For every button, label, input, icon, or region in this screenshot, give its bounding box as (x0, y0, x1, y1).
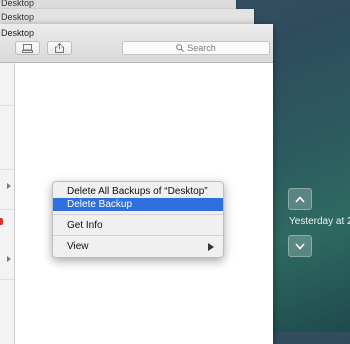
disclosure-arrow-icon[interactable] (7, 256, 11, 262)
chevron-up-icon (295, 195, 305, 203)
menu-item-delete-all-backups[interactable]: Delete All Backups of “Desktop” (53, 185, 223, 198)
window-title: Desktop (1, 28, 35, 38)
time-machine-back-button[interactable] (288, 188, 312, 210)
search-field[interactable]: Search (122, 41, 270, 55)
search-placeholder: Search (187, 43, 216, 53)
sidebar[interactable] (0, 63, 15, 344)
menu-item-delete-backup[interactable]: Delete Backup (53, 198, 223, 211)
search-icon (176, 44, 185, 52)
chevron-down-icon (295, 242, 305, 250)
disclosure-arrow-icon[interactable] (7, 183, 11, 189)
drive-icon (22, 43, 33, 53)
sidebar-divider (0, 279, 14, 280)
sidebar-divider (0, 209, 14, 210)
share-button[interactable] (47, 41, 72, 55)
submenu-arrow-icon (208, 243, 214, 251)
share-icon (55, 43, 64, 53)
red-tag-icon (0, 218, 3, 225)
title-bar[interactable]: Desktop Search (0, 24, 273, 63)
sidebar-divider (0, 169, 14, 170)
menu-separator (53, 235, 223, 236)
menu-item-view[interactable]: View (53, 240, 223, 253)
action-button[interactable] (15, 41, 40, 55)
backup-date-label: Yesterday at 2 (289, 216, 350, 227)
time-machine-forward-button[interactable] (288, 235, 312, 257)
sidebar-divider (0, 105, 14, 106)
window-title: Desktop (1, 0, 35, 8)
menu-separator (53, 214, 223, 215)
window-title: Desktop (1, 12, 35, 22)
menu-item-get-info[interactable]: Get Info (53, 219, 223, 232)
context-menu[interactable]: Delete All Backups of “Desktop” Delete B… (52, 181, 224, 258)
